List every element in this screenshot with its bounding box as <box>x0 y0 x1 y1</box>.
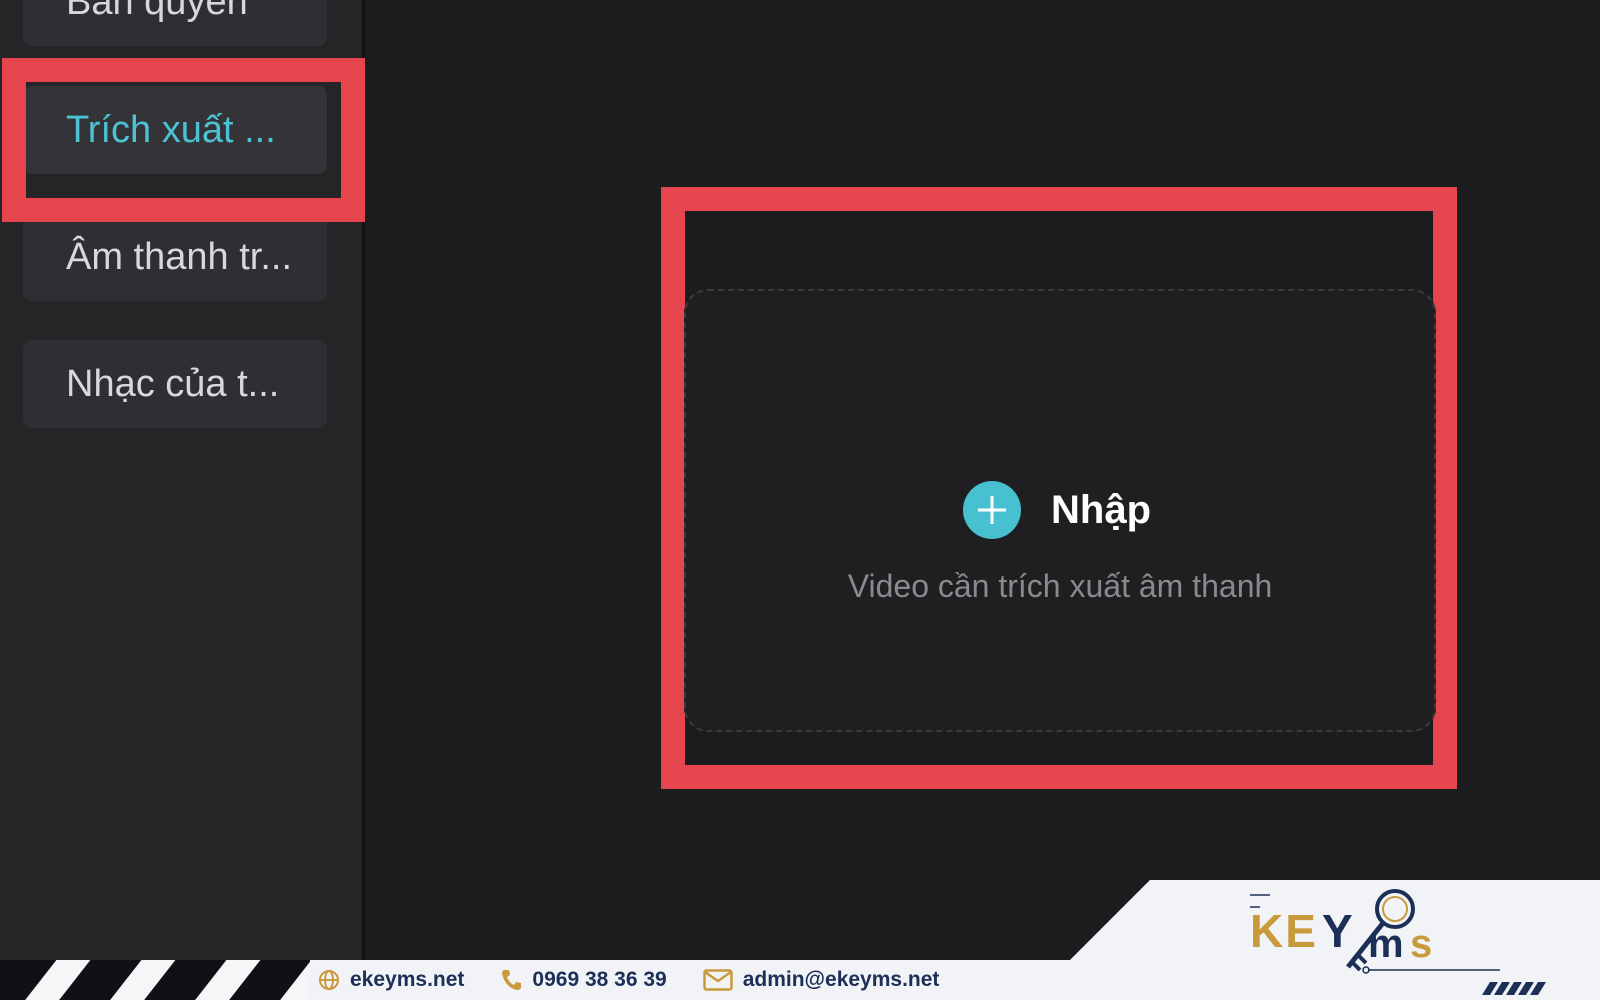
footer-phone[interactable]: 0969 38 36 39 <box>500 968 667 992</box>
sidebar-item-copyright[interactable]: Bản quyền <box>23 0 327 46</box>
svg-text:m: m <box>1368 922 1404 966</box>
footer-stripes <box>0 960 310 1000</box>
sidebar-item-sound-effects[interactable]: Âm thanh tr... <box>23 213 327 301</box>
phone-text: 0969 38 36 39 <box>532 968 667 991</box>
sidebar-item-extract[interactable]: Trích xuất ... <box>23 86 327 174</box>
sidebar-item-my-music[interactable]: Nhạc của t... <box>23 340 327 428</box>
import-label: Nhập <box>1051 487 1151 532</box>
keyms-logo: KE Y m s <box>1250 889 1546 995</box>
mail-icon <box>702 969 733 991</box>
phone-icon <box>502 970 522 990</box>
import-button[interactable]: Nhập <box>963 480 1151 540</box>
footer-contacts: ekeyms.net 0969 38 36 39 admin@ekeyms.ne… <box>318 960 975 1000</box>
footer-website[interactable]: ekeyms.net <box>318 968 464 992</box>
email-text: admin@ekeyms.net <box>742 968 940 991</box>
plus-icon[interactable] <box>963 481 1021 539</box>
import-hint: Video cần trích xuất âm thanh <box>847 568 1273 604</box>
svg-text:Y: Y <box>1322 905 1353 957</box>
globe-icon <box>319 970 339 990</box>
website-text: ekeyms.net <box>350 968 465 991</box>
footer-email[interactable]: admin@ekeyms.net <box>702 968 940 992</box>
svg-text:s: s <box>1410 922 1432 966</box>
sidebar: Bản quyền Trích xuất ... Âm thanh tr... … <box>0 0 365 1000</box>
svg-text:KE: KE <box>1250 905 1318 957</box>
